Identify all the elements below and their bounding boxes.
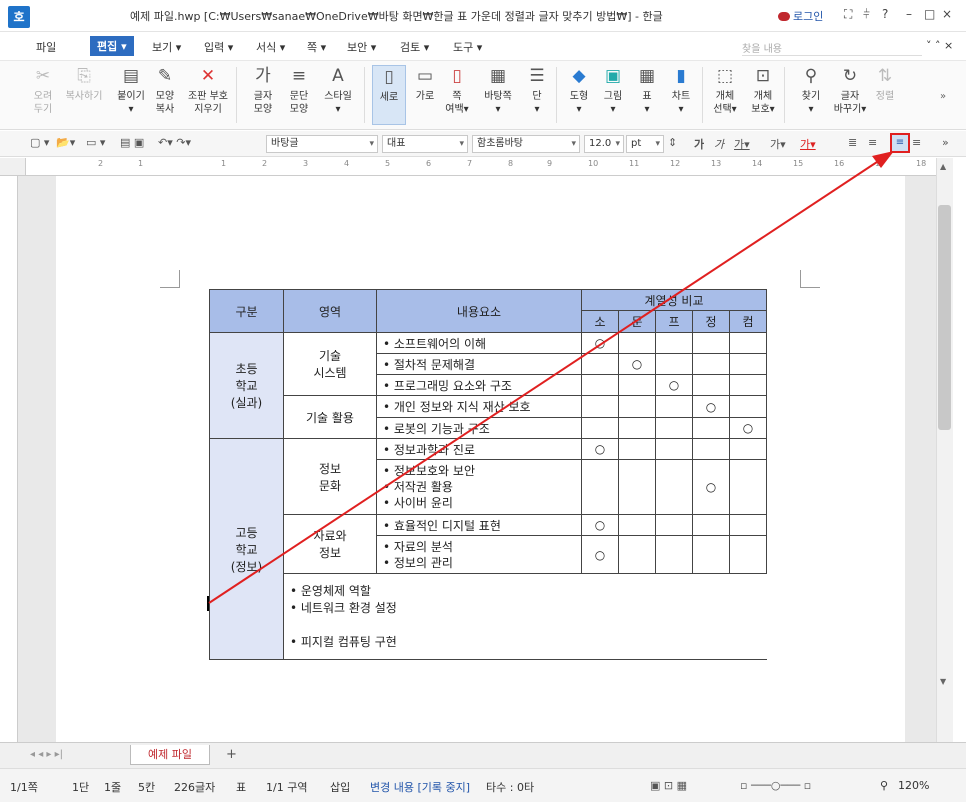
status-insert[interactable]: 삽입 [330,779,350,795]
arrow-head [872,151,894,168]
zoom-icon[interactable]: ⚲ [880,779,888,792]
status-section[interactable]: 1/1 구역 [266,779,307,795]
zoom-level[interactable]: 120% [898,779,929,792]
status-cell[interactable]: 5칸 [138,779,155,795]
arrow-line [208,159,881,604]
status-column[interactable]: 1단 [72,779,89,795]
annotation-arrow [208,151,894,604]
add-tab-icon[interactable]: + [226,747,237,762]
status-chars[interactable]: 226글자 [174,779,215,795]
scroll-up-icon[interactable]: ▲ [940,162,946,171]
status-bar: 1/1쪽 1단 1줄 5칸 226글자 표 1/1 구역 삽입 변경 내용 [기… [0,768,966,802]
status-typing[interactable]: 타수 : 0타 [486,779,534,795]
zoom-slider[interactable]: ▫ ───○─── ▫ [740,779,811,792]
status-line[interactable]: 1줄 [104,779,121,795]
view-mode-icons[interactable]: ▣ ⊡ ▦ [650,779,687,792]
status-page[interactable]: 1/1쪽 [10,779,38,795]
status-track[interactable]: 변경 내용 [기록 중지] [370,779,470,795]
scroll-down-icon[interactable]: ▼ [940,677,946,686]
status-table[interactable]: 표 [236,779,246,795]
tab-example-file[interactable]: 예제 파일 [130,745,210,765]
scroll-thumb[interactable] [938,205,951,430]
tab-nav-icons[interactable]: ◂ ◂ ▸ ▸| [30,749,63,760]
